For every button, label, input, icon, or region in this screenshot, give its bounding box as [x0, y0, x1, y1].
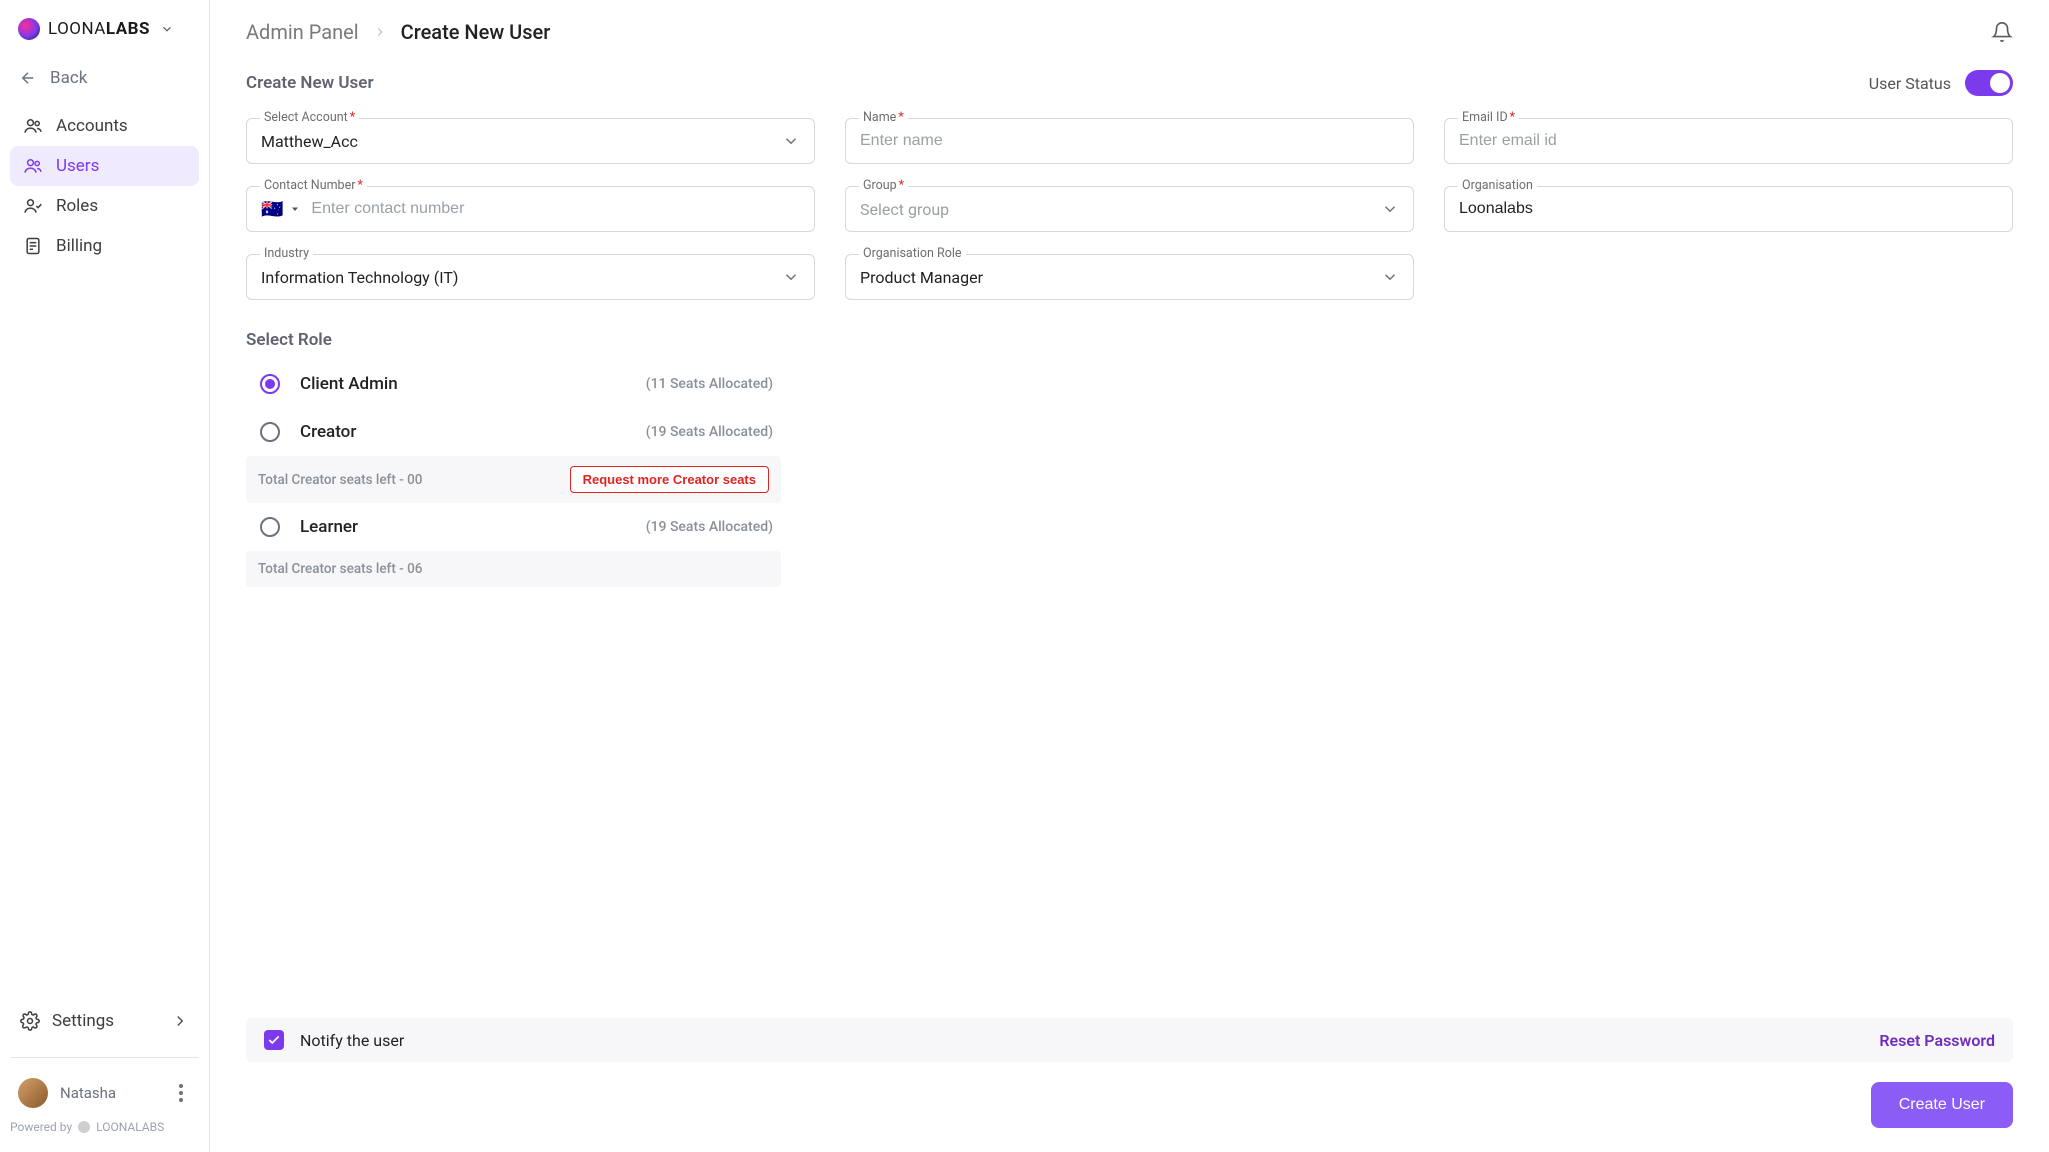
role-name: Client Admin — [300, 374, 398, 394]
powered-by: Powered by LOONALABS — [0, 1120, 209, 1134]
industry-value: Information Technology (IT) — [261, 268, 458, 287]
request-more-seats-button[interactable]: Request more Creator seats — [570, 466, 769, 493]
main-content: Admin Panel Create New User Create New U… — [210, 0, 2049, 1152]
role-list: Client Admin (11 Seats Allocated) Creato… — [246, 360, 781, 587]
name-input[interactable] — [860, 132, 1399, 150]
sidebar-item-label: Roles — [56, 196, 98, 216]
radio[interactable] — [260, 517, 280, 537]
current-user: Natasha — [0, 1072, 209, 1120]
sidebar-item-billing[interactable]: Billing — [10, 226, 199, 266]
role-name: Creator — [300, 422, 356, 442]
reset-password-link[interactable]: Reset Password — [1879, 1031, 1995, 1050]
form-grid: Select Account* Matthew_Acc Name* Email … — [246, 118, 2013, 300]
role-note-creator: Total Creator seats left - 00 Request mo… — [246, 456, 781, 503]
role-row-learner[interactable]: Learner (19 Seats Allocated) — [246, 503, 781, 551]
sidebar: LOONALABS Back Accounts Users Roles — [0, 0, 210, 1152]
arrow-left-icon — [18, 69, 38, 87]
breadcrumb: Admin Panel Create New User — [246, 20, 550, 44]
role-seats: (11 Seats Allocated) — [646, 376, 773, 392]
sidebar-item-label: Billing — [56, 236, 102, 256]
sidebar-nav: Accounts Users Roles Billing — [0, 106, 209, 266]
contact-field: Contact Number* 🇦🇺 — [246, 186, 815, 232]
sidebar-item-label: Users — [56, 156, 99, 176]
role-note-text: Total Creator seats left - 00 — [258, 472, 422, 488]
account-field: Select Account* Matthew_Acc — [246, 118, 815, 164]
notifications-button[interactable] — [1991, 21, 2013, 43]
email-field: Email ID* — [1444, 118, 2013, 164]
role-seats: (19 Seats Allocated) — [646, 519, 773, 535]
country-code-select[interactable]: 🇦🇺 — [261, 199, 301, 220]
brand-logo-icon — [78, 1121, 90, 1133]
email-input[interactable] — [1459, 132, 1998, 150]
back-button[interactable]: Back — [0, 58, 209, 106]
status-label: User Status — [1869, 74, 1951, 93]
radio[interactable] — [260, 422, 280, 442]
chevron-right-icon — [171, 1012, 189, 1030]
org-role-field: Organisation Role Product Manager — [845, 254, 1414, 300]
receipt-icon — [22, 236, 44, 256]
organisation-field: Organisation — [1444, 186, 2013, 232]
settings-label: Settings — [52, 1011, 114, 1031]
user-menu-button[interactable] — [171, 1084, 191, 1102]
notify-label: Notify the user — [300, 1031, 404, 1050]
industry-field: Industry Information Technology (IT) — [246, 254, 815, 300]
chevron-down-icon — [782, 132, 800, 150]
status-toggle[interactable] — [1965, 70, 2013, 96]
industry-select[interactable]: Information Technology (IT) — [246, 254, 815, 300]
brand-name: LOONALABS — [48, 19, 150, 39]
organisation-input[interactable] — [1459, 200, 1998, 218]
name-field: Name* — [845, 118, 1414, 164]
account-value: Matthew_Acc — [261, 132, 358, 151]
brand-switcher[interactable]: LOONALABS — [0, 18, 209, 58]
avatar[interactable] — [18, 1078, 48, 1108]
chevron-right-icon — [373, 25, 387, 39]
chevron-down-icon — [1381, 268, 1399, 286]
sidebar-item-users[interactable]: Users — [10, 146, 199, 186]
back-label: Back — [50, 68, 87, 88]
group-select[interactable]: Select group — [845, 186, 1414, 232]
radio[interactable] — [260, 374, 280, 394]
role-note-learner: Total Creator seats left - 06 — [246, 551, 781, 587]
header: Admin Panel Create New User — [246, 20, 2013, 44]
org-role-value: Product Manager — [860, 268, 983, 287]
sidebar-item-settings[interactable]: Settings — [0, 999, 209, 1043]
notify-bar: Notify the user Reset Password — [246, 1018, 2013, 1062]
users-icon — [22, 156, 44, 176]
role-row-client-admin[interactable]: Client Admin (11 Seats Allocated) — [246, 360, 781, 408]
notify-checkbox[interactable] — [264, 1030, 284, 1050]
contact-input[interactable] — [311, 200, 800, 218]
user-name: Natasha — [60, 1084, 116, 1102]
flag-icon: 🇦🇺 — [261, 199, 283, 220]
user-check-icon — [22, 196, 44, 216]
users-icon — [22, 116, 44, 136]
group-field: Group* Select group — [845, 186, 1414, 232]
create-user-button[interactable]: Create User — [1871, 1082, 2013, 1128]
role-row-creator[interactable]: Creator (19 Seats Allocated) — [246, 408, 781, 456]
sidebar-item-roles[interactable]: Roles — [10, 186, 199, 226]
role-name: Learner — [300, 517, 358, 537]
roles-title: Select Role — [246, 330, 2013, 350]
page-title: Create New User — [246, 73, 374, 93]
group-placeholder: Select group — [860, 200, 949, 219]
user-status: User Status — [1869, 70, 2013, 96]
role-note-text: Total Creator seats left - 06 — [258, 561, 422, 577]
breadcrumb-current: Create New User — [401, 20, 551, 44]
chevron-down-icon — [1381, 200, 1399, 218]
brand-logo-icon — [18, 18, 40, 40]
role-seats: (19 Seats Allocated) — [646, 424, 773, 440]
gear-icon — [20, 1011, 40, 1031]
sidebar-item-label: Accounts — [56, 116, 128, 136]
sidebar-item-accounts[interactable]: Accounts — [10, 106, 199, 146]
chevron-down-icon — [782, 268, 800, 286]
divider — [10, 1057, 199, 1058]
breadcrumb-parent[interactable]: Admin Panel — [246, 20, 359, 44]
chevron-down-icon — [160, 22, 174, 36]
